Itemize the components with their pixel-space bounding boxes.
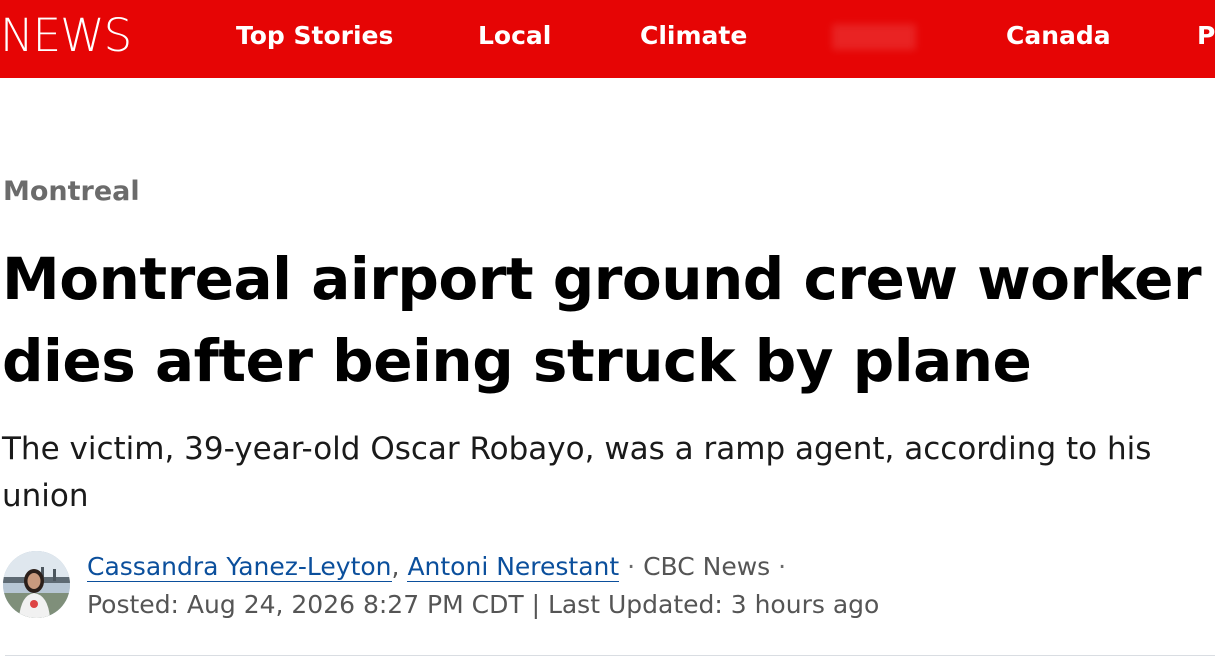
- author-avatar[interactable]: [3, 551, 70, 618]
- author-photo-icon: [3, 551, 70, 618]
- top-navigation-bar: NEWS Top Stories Local Climate Canada P: [0, 0, 1215, 78]
- nav-top-stories[interactable]: Top Stories: [236, 20, 393, 52]
- author-link[interactable]: Cassandra Yanez-Leyton: [87, 552, 392, 582]
- byline-separator: ·: [627, 552, 636, 581]
- nav-item-obscured[interactable]: [832, 24, 916, 50]
- byline-separator: ·: [778, 552, 787, 581]
- author-link[interactable]: Antoni Nerestant: [407, 552, 620, 582]
- nav-climate[interactable]: Climate: [640, 20, 747, 52]
- section-label[interactable]: Montreal: [3, 175, 140, 209]
- article-headline: Montreal airport ground crew worker dies…: [2, 245, 1202, 395]
- outlet-name: CBC News: [643, 552, 771, 581]
- byline: Cassandra Yanez-Leyton, Antoni Nerestant…: [87, 548, 786, 586]
- divider: [5, 655, 1215, 656]
- author-comma: ,: [391, 552, 400, 581]
- nav-canada[interactable]: Canada: [1006, 20, 1111, 52]
- news-logo[interactable]: NEWS: [0, 12, 132, 60]
- posted-timestamp: Posted: Aug 24, 2026 8:27 PM CDT | Last …: [87, 590, 880, 619]
- nav-local[interactable]: Local: [478, 20, 551, 52]
- article-deck: The victim, 39-year-old Oscar Robayo, wa…: [2, 431, 1152, 514]
- nav-item-partial[interactable]: P: [1197, 20, 1215, 52]
